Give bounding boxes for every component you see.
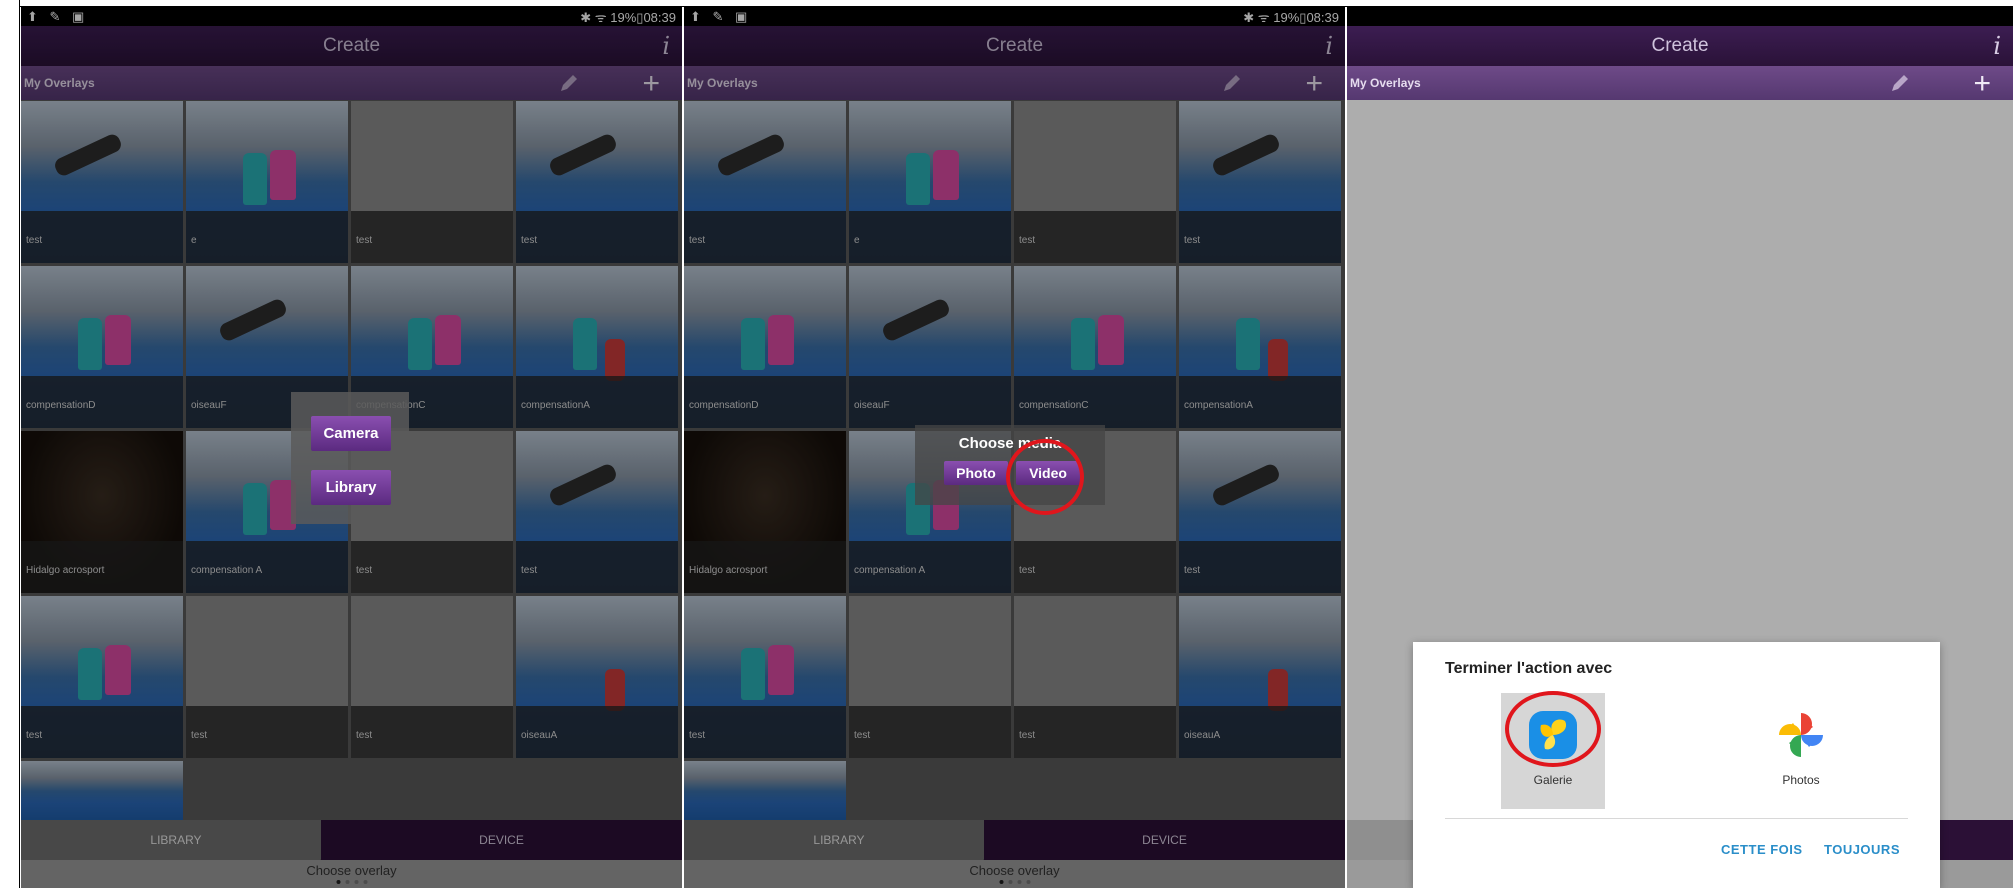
pinwheel-icon: [1779, 713, 1823, 757]
app-label: Photos: [1782, 773, 1820, 787]
photo-button[interactable]: Photo: [944, 461, 1008, 485]
app-chooser-dialog: Terminer l'action avec Galerie Photos CE…: [1413, 642, 1940, 888]
app-label: Galerie: [1533, 773, 1573, 787]
page-title: Create: [1651, 35, 1709, 56]
camera-button[interactable]: Camera: [311, 416, 391, 451]
title-bar: Create i: [1347, 26, 2013, 66]
always-button[interactable]: TOUJOURS: [1824, 842, 1900, 857]
frame-left: [0, 0, 20, 888]
info-icon[interactable]: i: [1993, 32, 2001, 60]
media-popup-title: Choose media: [958, 435, 1062, 452]
screen-1: ⬆ ✎ ▣ ✱ ᯤ 19%▯08:39 Create i My Overlays…: [21, 7, 682, 888]
library-button[interactable]: Library: [311, 470, 391, 505]
screen-2: ⬆ ✎ ▣ ✱ ᯤ 19%▯08:39 Create i My Overlays…: [684, 7, 1345, 888]
highlight-ring: [1505, 691, 1601, 767]
overlays-bar: My Overlays +: [1347, 66, 2013, 100]
overlays-label: My Overlays: [1350, 76, 1421, 90]
app-option-photos[interactable]: Photos: [1749, 693, 1853, 809]
status-bar: [1347, 7, 2013, 26]
pencil-icon[interactable]: [1889, 72, 1911, 94]
dialog-title: Terminer l'action avec: [1445, 660, 1613, 677]
add-icon[interactable]: +: [1973, 67, 1991, 101]
once-button[interactable]: CETTE FOIS: [1721, 842, 1803, 857]
frame-top: [0, 0, 2013, 7]
highlight-ring: [1006, 439, 1084, 515]
dialog-divider: [1445, 818, 1908, 819]
